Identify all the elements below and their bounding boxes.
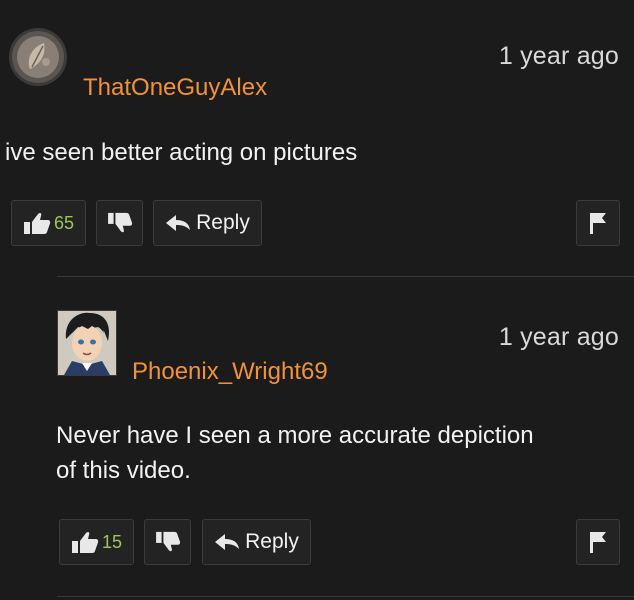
reply-arrow-icon <box>166 215 191 231</box>
like-button[interactable]: 65 <box>11 200 86 246</box>
leaf-avatar-icon <box>12 31 64 83</box>
reply-button[interactable]: Reply <box>153 200 262 246</box>
comment-1: 1 year ago ThatOneGuyAlex ive seen bette… <box>0 0 634 270</box>
comment-timestamp: 1 year ago <box>498 323 619 351</box>
thumbs-up-icon <box>71 531 99 553</box>
comment-username[interactable]: ThatOneGuyAlex <box>83 74 267 102</box>
comment-text-line-2: of this video. <box>56 457 191 484</box>
reply-label: Reply <box>245 530 299 553</box>
thumbs-down-icon <box>107 212 132 233</box>
anime-character-avatar-icon <box>58 311 116 375</box>
comment-username[interactable]: Phoenix_Wright69 <box>132 358 328 386</box>
thumbs-up-icon <box>23 212 51 234</box>
flag-button[interactable] <box>576 519 620 565</box>
comment-divider <box>57 596 634 597</box>
like-button[interactable]: 15 <box>59 519 134 565</box>
like-count: 15 <box>101 531 123 552</box>
user-avatar[interactable] <box>9 28 67 86</box>
flag-button[interactable] <box>576 200 620 246</box>
reply-label: Reply <box>196 211 250 234</box>
thumbs-down-icon <box>155 531 180 552</box>
reply-arrow-icon <box>215 534 240 550</box>
like-count: 65 <box>53 212 75 233</box>
user-avatar[interactable] <box>57 310 117 376</box>
reply-button[interactable]: Reply <box>202 519 311 565</box>
dislike-button[interactable] <box>96 200 143 246</box>
comment-divider <box>57 276 634 277</box>
comment-timestamp: 1 year ago <box>498 42 619 70</box>
dislike-button[interactable] <box>144 519 191 565</box>
flag-icon <box>590 532 606 553</box>
flag-icon <box>590 213 606 234</box>
comment-2: 1 year ago Phoenix_Wright69 Never have I… <box>0 280 634 600</box>
comment-text: ive seen better acting on pictures <box>5 139 358 166</box>
comment-text-line-1: Never have I seen a more accurate depict… <box>56 422 534 449</box>
